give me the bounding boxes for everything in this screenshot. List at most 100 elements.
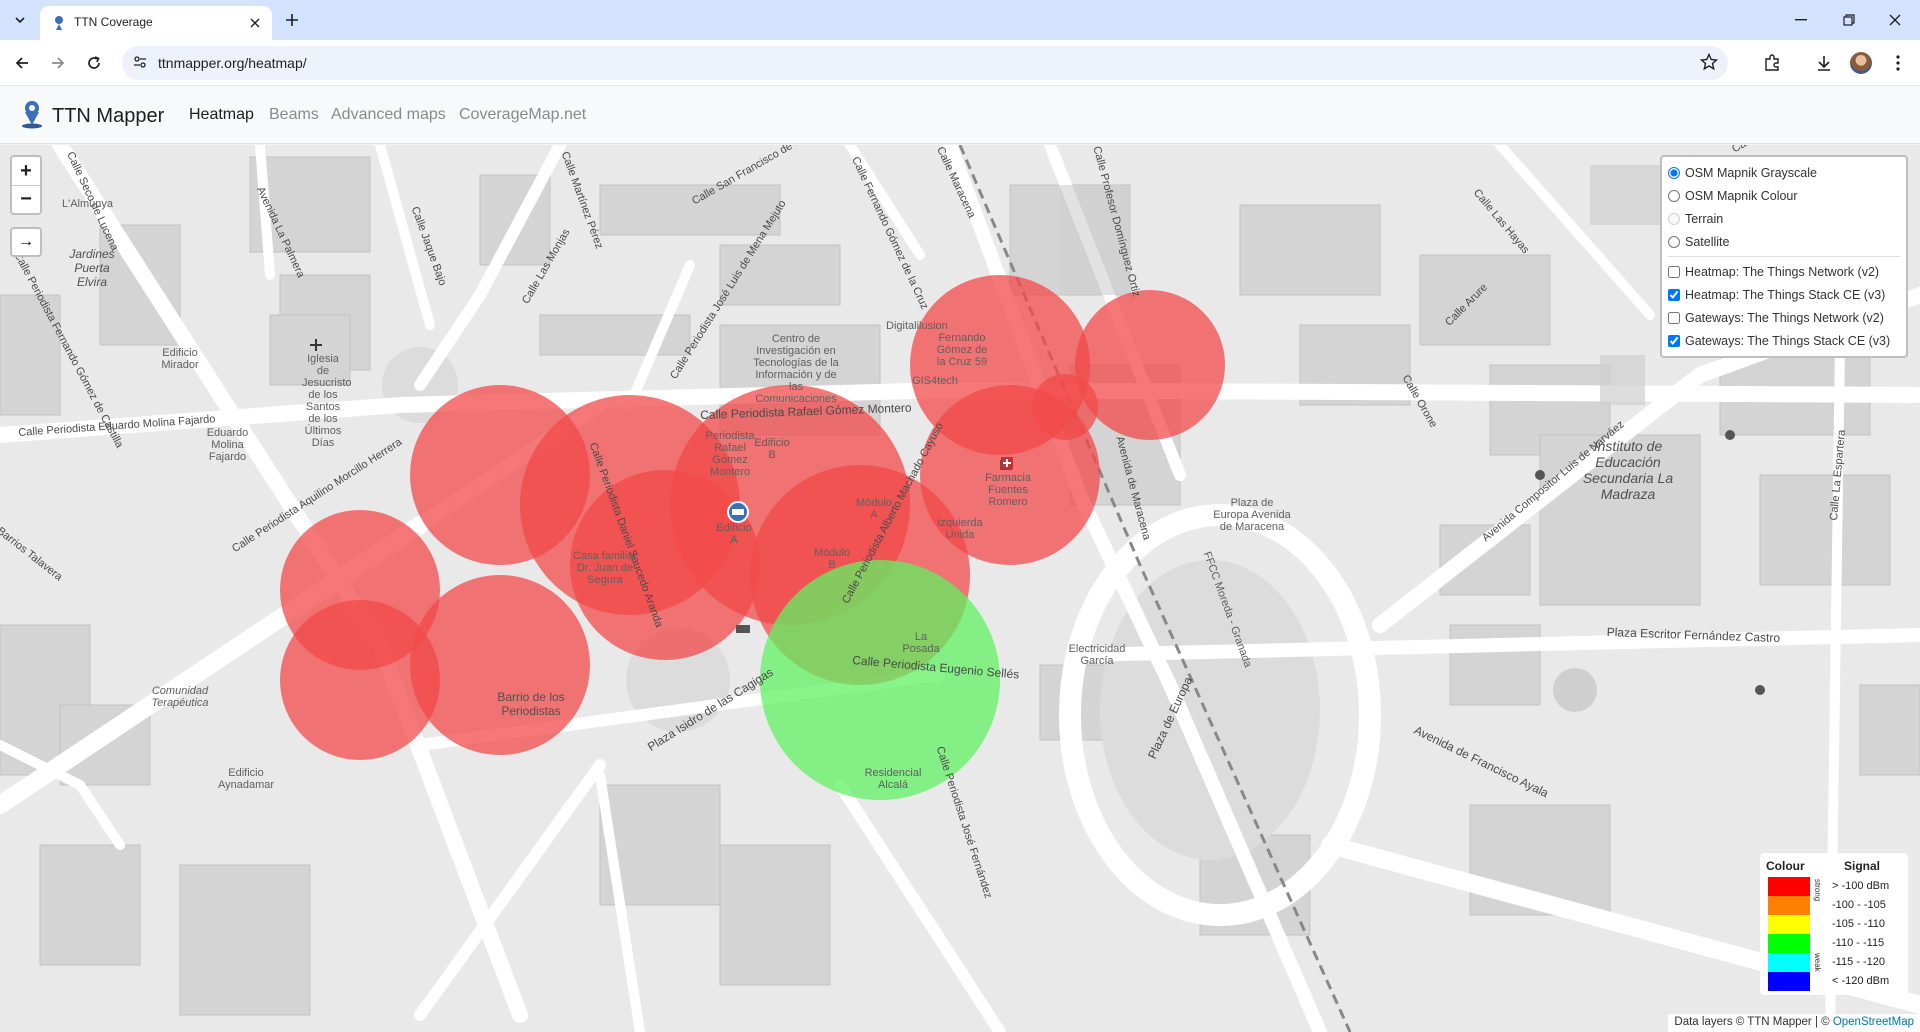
overlay-checkbox[interactable] [1668,288,1680,301]
browser-tab[interactable]: TTN Coverage [40,6,272,40]
place-label: Instituto de Educación Secundaria La Mad… [1582,438,1674,502]
place-label: Izquierda Unida [937,517,983,541]
nav-advanced-maps[interactable]: Advanced maps [331,106,446,124]
overlay-gateways-ttn-v2[interactable]: Gateways: The Things Network (v2) [1668,306,1900,329]
place-label: Centro de Investigación en Tecnologías d… [753,333,839,405]
openstreetmap-link[interactable]: OpenStreetMap [1833,1016,1914,1028]
signal-legend: Colour Signal > -100 dBm -100 - -105 -105 … [1760,853,1908,995]
legend-colour-header: Colour [1766,859,1805,873]
browser-tab-bar: TTN Coverage [0,0,1920,40]
place-label: Barrio de los Periodistas [497,690,565,718]
site-navbar: TTN Mapper Heatmap Beams Advanced maps C… [0,86,1920,144]
legend-strong-label: strong [1813,879,1822,902]
base-layer-radio [1668,212,1680,225]
base-layer-radio[interactable] [1668,166,1680,179]
legend-value: -105 - -110 [1832,918,1885,930]
base-layer-radio[interactable] [1668,189,1680,202]
legend-weak-label: weak [1813,953,1822,972]
legend-swatch [1768,934,1810,953]
layer-label: OSM Mapnik Grayscale [1685,165,1817,180]
zoom-control: + − [10,155,42,215]
place-label: Fernando Gómez de la Cruz 59 [936,332,988,368]
layer-label: Heatmap: The Things Stack CE (v3) [1685,287,1886,302]
place-label: Comunidad Terapéutica [151,685,209,709]
place-label: L'Almunya [62,198,114,210]
place-label: Electricidad García [1068,643,1126,667]
layer-label: OSM Mapnik Colour [1685,188,1798,203]
map-base-tiles [0,145,1920,1032]
base-layer-colour[interactable]: OSM Mapnik Colour [1668,184,1900,207]
place-label: Módulo A [855,497,893,521]
downloads-icon[interactable] [1810,49,1838,77]
extensions-puzzle-icon[interactable] [1758,49,1786,77]
overlay-checkbox[interactable] [1668,334,1680,347]
nav-coveragemap[interactable]: CoverageMap.net [459,106,586,124]
layer-control: OSM Mapnik Grayscale OSM Mapnik Colour T… [1660,155,1908,358]
place-label: Periodista Rafael Gómez Montero [705,430,755,478]
base-layer-grayscale[interactable]: OSM Mapnik Grayscale [1668,161,1900,184]
place-label: Eduardo Molina Fajardo [206,427,249,463]
profile-avatar[interactable] [1850,52,1872,74]
restore-window-icon[interactable] [1826,6,1872,34]
place-label: Iglesia de Jesucristo de los Santos de l… [302,353,352,449]
url-text[interactable]: ttnmapper.org/heatmap/ [158,55,307,71]
ttn-mapper-logo-icon [18,99,46,134]
browser-toolbar: ttnmapper.org/heatmap/ [0,40,1920,86]
layer-label: Heatmap: The Things Network (v2) [1685,264,1880,279]
place-label: La Posada [902,631,940,655]
legend-swatch [1768,896,1810,915]
place-label: GIS4tech [912,375,958,387]
place-label: Jardines Puerta Elvira [69,247,115,289]
legend-value: < -120 dBm [1832,975,1890,987]
legend-value: -100 - -105 [1832,899,1886,911]
zoom-out-button[interactable]: − [12,185,40,213]
legend-signal-header: Signal [1844,859,1881,873]
bookmark-star-icon[interactable] [1699,52,1719,76]
place-label: Plaza de Europa Avenida de Maracena [1213,497,1291,533]
ttn-mapper-favicon-icon [52,15,66,36]
forward-arrow-icon[interactable] [44,49,72,77]
place-label: Digitalilusion [886,320,948,332]
layer-label: Satellite [1685,234,1730,249]
brand-link[interactable]: TTN Mapper [18,99,164,134]
base-layer-radio[interactable] [1668,235,1680,248]
close-tab-icon[interactable] [246,14,264,32]
base-layer-satellite[interactable]: Satellite [1668,230,1900,253]
legend-value: -115 - -120 [1832,956,1885,968]
legend-swatch [1768,877,1810,896]
overlay-checkbox[interactable] [1668,311,1680,324]
place-label: Edificio Aynadamar [217,767,275,791]
layer-label: Terrain [1685,211,1724,226]
tab-search-chevron-icon[interactable] [8,8,32,32]
nav-heatmap[interactable]: Heatmap [189,106,254,124]
gateway-marker-icon [727,501,749,523]
reload-icon[interactable] [80,49,108,77]
zoom-in-button[interactable]: + [12,157,40,185]
locate-arrow-icon[interactable]: → [10,227,42,257]
back-arrow-icon[interactable] [8,49,36,77]
place-label: Edificio A [716,522,752,546]
site-info-icon[interactable] [132,54,148,75]
place-label: Edificio Mirador [161,347,199,371]
place-label: Residencial Alcalá [864,767,922,791]
coverage-map[interactable]: Calle Periodista Eduardo Molina Fajardo … [0,145,1920,1032]
legend-swatch [1768,953,1810,972]
base-layer-terrain: Terrain [1668,207,1900,230]
overlay-gateways-tts-v3[interactable]: Gateways: The Things Stack CE (v3) [1668,329,1900,352]
legend-value: > -100 dBm [1832,880,1890,892]
place-label: Módulo B [813,547,851,571]
address-bar[interactable]: ttnmapper.org/heatmap/ [122,46,1728,80]
overlay-heatmap-tts-v3[interactable]: Heatmap: The Things Stack CE (v3) [1668,283,1900,306]
overlay-checkbox[interactable] [1668,265,1680,278]
legend-value: -110 - -115 [1832,937,1885,949]
place-label: Edificio B [754,437,790,461]
minimize-window-icon[interactable] [1778,6,1824,34]
place-label: Casa familiar Dr. Juan de Segura [572,550,638,586]
close-window-icon[interactable] [1872,6,1918,34]
overlay-heatmap-ttn-v2[interactable]: Heatmap: The Things Network (v2) [1668,260,1900,283]
nav-beams[interactable]: Beams [269,106,319,124]
new-tab-plus-icon[interactable] [280,8,304,32]
map-attribution: Data layers © TTN Mapper | © OpenStreetM… [1668,1014,1920,1032]
browser-menu-dots-icon[interactable] [1884,49,1912,77]
tab-title: TTN Coverage [74,15,153,29]
